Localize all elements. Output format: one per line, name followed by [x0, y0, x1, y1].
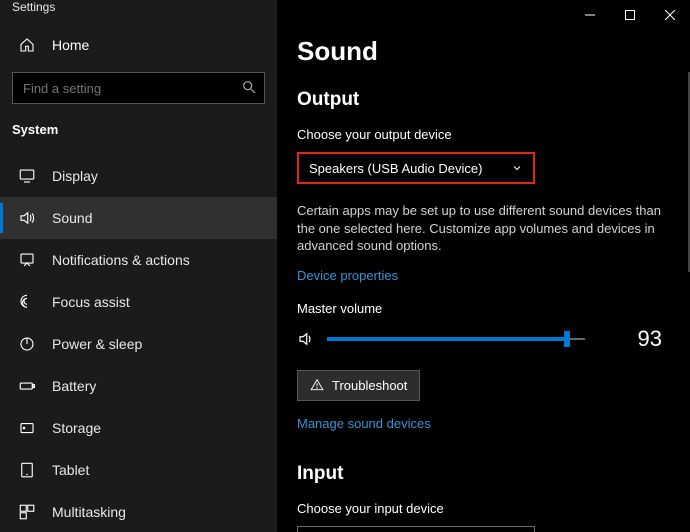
sidebar-item-label: Notifications & actions — [52, 252, 190, 268]
manage-sound-devices-link[interactable]: Manage sound devices — [297, 416, 431, 431]
maximize-button[interactable] — [610, 0, 650, 30]
sidebar-item-focus-assist[interactable]: Focus assist — [0, 281, 277, 323]
close-button[interactable] — [650, 0, 690, 30]
storage-icon — [18, 419, 36, 437]
volume-icon — [297, 330, 315, 348]
sidebar-item-label: Storage — [52, 420, 101, 436]
focus-assist-icon — [18, 293, 36, 311]
home-icon — [18, 36, 36, 54]
input-device-label: Choose your input device — [297, 501, 670, 516]
search-icon — [241, 79, 257, 95]
output-device-value: Speakers (USB Audio Device) — [309, 161, 482, 176]
main-content: Sound Output Choose your output device S… — [277, 0, 690, 532]
display-icon — [18, 167, 36, 185]
sidebar-category: System — [0, 122, 277, 155]
sidebar-home[interactable]: Home — [0, 22, 277, 68]
notifications-icon — [18, 251, 36, 269]
volume-slider[interactable] — [327, 331, 585, 347]
volume-value: 93 — [638, 326, 670, 352]
sidebar-item-label: Sound — [52, 210, 92, 226]
output-device-select[interactable]: Speakers (USB Audio Device) — [297, 152, 535, 184]
troubleshoot-label: Troubleshoot — [332, 378, 407, 393]
sidebar-item-label: Display — [52, 168, 98, 184]
sidebar-item-sound[interactable]: Sound — [0, 197, 277, 239]
chevron-down-icon — [511, 162, 523, 174]
search-input[interactable] — [12, 72, 265, 104]
sidebar-item-storage[interactable]: Storage — [0, 407, 277, 449]
sidebar-item-label: Focus assist — [52, 294, 130, 310]
sidebar-item-label: Tablet — [52, 462, 89, 478]
tablet-icon — [18, 461, 36, 479]
device-properties-link[interactable]: Device properties — [297, 268, 398, 283]
window-title: Settings — [0, 0, 277, 14]
sidebar: Settings Home System Display — [0, 0, 277, 532]
troubleshoot-button[interactable]: Troubleshoot — [297, 370, 420, 401]
output-heading: Output — [297, 89, 670, 111]
input-device-select[interactable]: Microphone (USB Audio Device) — [297, 526, 535, 532]
output-description: Certain apps may be set up to use differ… — [297, 202, 667, 255]
sidebar-item-label: Battery — [52, 378, 96, 394]
battery-icon — [18, 377, 36, 395]
sidebar-item-power-sleep[interactable]: Power & sleep — [0, 323, 277, 365]
minimize-button[interactable] — [570, 0, 610, 30]
page-title: Sound — [297, 36, 670, 67]
sidebar-item-notifications[interactable]: Notifications & actions — [0, 239, 277, 281]
master-volume-label: Master volume — [297, 301, 670, 316]
sound-icon — [18, 209, 36, 227]
sidebar-item-battery[interactable]: Battery — [0, 365, 277, 407]
sidebar-nav: Display Sound Notifications & actions Fo… — [0, 155, 277, 532]
sidebar-item-tablet[interactable]: Tablet — [0, 449, 277, 491]
sidebar-item-multitasking[interactable]: Multitasking — [0, 491, 277, 532]
multitasking-icon — [18, 503, 36, 521]
input-heading: Input — [297, 463, 670, 485]
warning-icon — [310, 378, 324, 392]
power-icon — [18, 335, 36, 353]
output-device-label: Choose your output device — [297, 127, 670, 142]
search-input-container — [12, 72, 265, 104]
sidebar-home-label: Home — [52, 37, 89, 53]
sidebar-item-display[interactable]: Display — [0, 155, 277, 197]
sidebar-item-label: Power & sleep — [52, 336, 142, 352]
sidebar-item-label: Multitasking — [52, 504, 126, 520]
